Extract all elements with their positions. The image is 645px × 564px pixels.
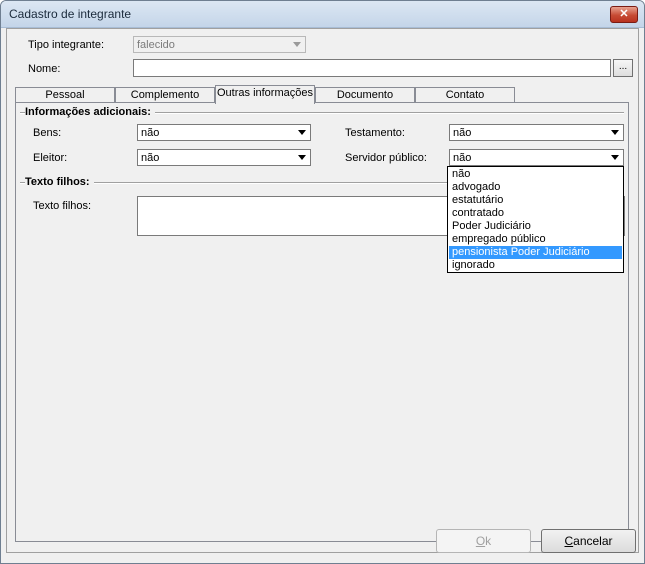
cancel-label-rest: ancelar	[573, 534, 613, 548]
chevron-down-icon	[607, 126, 622, 139]
chevron-down-icon	[294, 126, 309, 139]
title-bar[interactable]: Cadastro de integrante ✕	[1, 1, 644, 28]
dropdown-option[interactable]: estatutário	[449, 194, 622, 207]
group-adicionais-title: Informações adicionais:	[25, 106, 155, 118]
tab-pessoal[interactable]: Pessoal	[15, 87, 115, 103]
tipo-integrante-label: Tipo integrante:	[28, 39, 105, 51]
servidor-publico-select[interactable]: não	[449, 149, 624, 166]
testamento-select[interactable]: não	[449, 124, 624, 141]
dropdown-option[interactable]: advogado	[449, 181, 622, 194]
bens-value: não	[141, 127, 160, 139]
eleitor-value: não	[141, 152, 160, 164]
cancel-button[interactable]: Cancelar	[541, 529, 636, 553]
nome-lookup-button[interactable]: ...	[613, 59, 633, 77]
testamento-label: Testamento:	[345, 127, 405, 139]
window-title: Cadastro de integrante	[9, 7, 132, 21]
tab-complemento[interactable]: Complemento	[115, 87, 215, 103]
ok-label-rest: k	[485, 534, 492, 548]
close-button[interactable]: ✕	[610, 6, 638, 23]
dropdown-option[interactable]: não	[449, 168, 622, 181]
tab-contato[interactable]: Contato	[415, 87, 515, 103]
eleitor-label: Eleitor:	[33, 152, 68, 164]
tab-documento[interactable]: Documento	[315, 87, 415, 103]
chevron-down-icon	[294, 151, 309, 164]
cancel-hotkey: C	[564, 534, 574, 548]
chevron-down-icon	[289, 38, 304, 51]
group-filhos-title: Texto filhos:	[25, 176, 94, 188]
tab-strip: Pessoal Complemento Outras informações D…	[15, 85, 625, 104]
tab-outras-informacoes[interactable]: Outras informações	[215, 85, 315, 104]
dropdown-option[interactable]: ignorado	[449, 259, 622, 272]
chevron-down-icon	[607, 151, 622, 164]
servidor-publico-value: não	[453, 152, 472, 164]
eleitor-select[interactable]: não	[137, 149, 311, 166]
dropdown-option[interactable]: Poder Judiciário	[449, 220, 622, 233]
tipo-integrante-select: falecido	[133, 36, 306, 53]
bens-select[interactable]: não	[137, 124, 311, 141]
servidor-publico-label: Servidor público:	[345, 152, 427, 164]
tipo-integrante-value: falecido	[137, 39, 175, 51]
dropdown-option[interactable]: contratado	[449, 207, 622, 220]
dropdown-option-highlighted[interactable]: pensionista Poder Judiciário	[449, 246, 622, 259]
bens-label: Bens:	[33, 127, 62, 139]
servidor-publico-dropdown-list: não advogado estatutário contratado Pode…	[447, 166, 624, 273]
texto-filhos-label: Texto filhos:	[33, 200, 92, 212]
close-icon: ✕	[619, 8, 629, 20]
dialog-client-area: Tipo integrante: falecido Nome: ... Pess…	[6, 28, 639, 553]
ok-hotkey: O	[475, 534, 486, 548]
nome-input[interactable]	[133, 59, 611, 77]
nome-label: Nome:	[28, 63, 61, 75]
dropdown-option[interactable]: empregado público	[449, 233, 622, 246]
testamento-value: não	[453, 127, 472, 139]
dialog-window: Cadastro de integrante ✕ Tipo integrante…	[0, 0, 645, 564]
ok-button[interactable]: Ok	[436, 529, 531, 553]
